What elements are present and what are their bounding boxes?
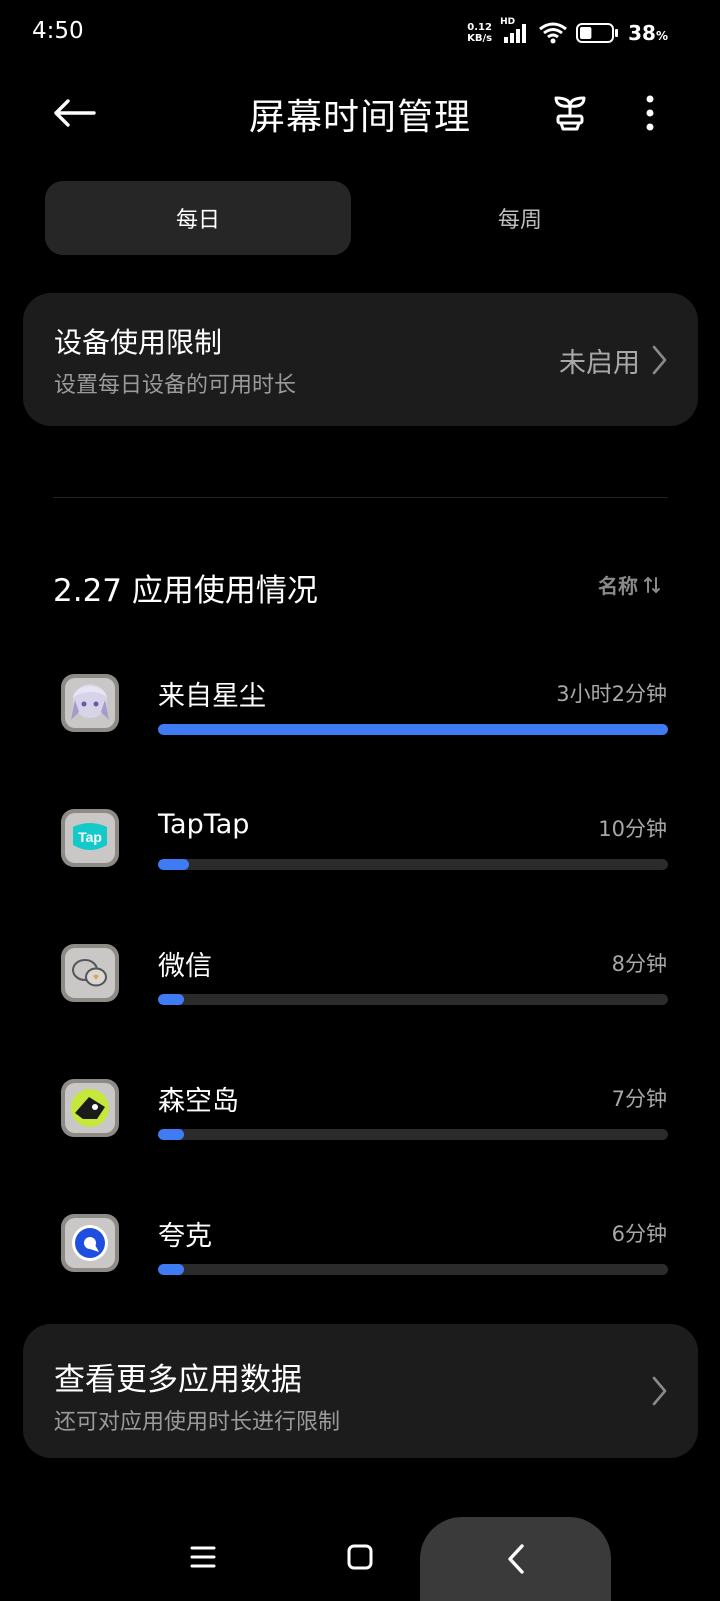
device-limit-subtitle: 设置每日设备的可用时长 xyxy=(54,373,297,398)
more-vertical-icon xyxy=(646,95,654,131)
app-usage-time: 6分钟 xyxy=(611,1222,667,1246)
usage-bar-track xyxy=(158,994,668,1005)
app-icon-senkongdao xyxy=(61,1079,119,1137)
sort-label: 名称 xyxy=(598,574,638,598)
usage-bar-fill xyxy=(158,1264,184,1275)
usage-bar-fill xyxy=(158,724,668,735)
more-subtitle: 还可对应用使用时长进行限制 xyxy=(54,1410,341,1435)
app-icon-wechat xyxy=(61,944,119,1002)
app-name: 微信 xyxy=(158,951,212,982)
app-usage-time: 3小时2分钟 xyxy=(556,682,667,706)
tab-daily[interactable]: 每日 xyxy=(45,181,351,255)
app-icon-quark xyxy=(61,1214,119,1272)
device-limit-title: 设备使用限制 xyxy=(54,326,223,359)
battery-icon xyxy=(576,22,620,44)
app-row[interactable]: 来自星尘 3小时2分钟 xyxy=(0,674,720,764)
battery-percent: 38% xyxy=(628,21,668,45)
app-icon-taptap: Tap xyxy=(61,809,119,867)
app-name: 来自星尘 xyxy=(158,681,266,712)
more-options-button[interactable] xyxy=(630,88,670,138)
app-usage-time: 7分钟 xyxy=(611,1087,667,1111)
sort-icon xyxy=(644,576,660,593)
nav-back-button[interactable] xyxy=(420,1517,611,1601)
usage-bar-track xyxy=(158,1129,668,1140)
net-speed: 0.12 KB/s xyxy=(467,22,493,44)
app-name: TapTap xyxy=(158,809,250,840)
nav-menu-button[interactable] xyxy=(186,1540,220,1574)
tab-weekly[interactable]: 每周 xyxy=(367,181,673,255)
app-name: 森空岛 xyxy=(158,1086,239,1117)
page-title: 屏幕时间管理 xyxy=(248,97,471,138)
status-time: 4:50 xyxy=(32,18,84,44)
more-app-data-card[interactable]: 查看更多应用数据 还可对应用使用时长进行限制 xyxy=(23,1324,698,1458)
status-bar: 4:50 0.12 KB/s HD 38% xyxy=(0,0,720,64)
app-row[interactable]: 森空岛 7分钟 xyxy=(0,1079,720,1169)
usage-bar-fill xyxy=(158,859,189,870)
app-usage-time: 10分钟 xyxy=(598,817,667,841)
sort-button[interactable]: 名称 xyxy=(598,570,660,599)
usage-bar-track xyxy=(158,859,668,870)
app-row[interactable]: Tap TapTap 10分钟 xyxy=(0,809,720,899)
usage-bar-track xyxy=(158,724,668,735)
menu-icon xyxy=(190,1546,216,1568)
app-name: 夸克 xyxy=(158,1221,212,1252)
usage-bar-track xyxy=(158,1264,668,1275)
divider xyxy=(53,497,668,498)
usage-bar-fill xyxy=(158,994,184,1005)
sprout-button[interactable] xyxy=(545,88,595,138)
usage-bar-fill xyxy=(158,1129,184,1140)
app-row[interactable]: 微信 8分钟 xyxy=(0,944,720,1034)
signal-icon: HD xyxy=(500,17,530,45)
device-limit-card[interactable]: 设备使用限制 设置每日设备的可用时长 未启用 xyxy=(23,293,698,426)
app-row[interactable]: 夸克 6分钟 xyxy=(0,1214,720,1304)
chevron-left-icon xyxy=(507,1544,524,1574)
more-title: 查看更多应用数据 xyxy=(54,1362,302,1398)
app-usage-time: 8分钟 xyxy=(611,952,667,976)
wifi-icon xyxy=(538,21,568,45)
sprout-icon xyxy=(554,96,586,131)
status-icons: 0.12 KB/s HD 38% xyxy=(467,17,668,48)
chevron-right-icon xyxy=(652,1376,667,1406)
usage-section-title: 2.27 应用使用情况 xyxy=(53,573,318,609)
nav-home-button[interactable] xyxy=(343,1540,377,1574)
svg-text:Tap: Tap xyxy=(78,829,102,845)
app-icon-xingchen xyxy=(61,674,119,732)
home-square-icon xyxy=(347,1544,373,1570)
chevron-right-icon xyxy=(652,345,667,375)
device-limit-status: 未启用 xyxy=(559,348,640,379)
